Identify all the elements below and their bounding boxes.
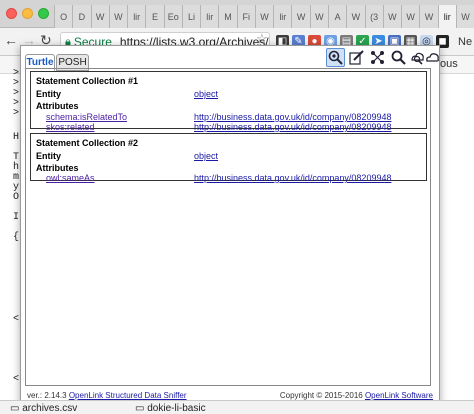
browser-tab[interactable]: W	[291, 5, 310, 28]
graph-icon[interactable]	[368, 48, 387, 67]
download-filename: dokie-li-basic	[147, 403, 206, 414]
browser-tab[interactable]: Li	[181, 5, 201, 28]
download-item[interactable]: ▭ archives.csv	[10, 403, 77, 414]
entity-link[interactable]: object	[194, 89, 218, 99]
browser-tab[interactable]: O	[54, 5, 73, 28]
browser-tab[interactable]: E	[145, 5, 164, 28]
attributes-label: Attributes	[36, 101, 79, 111]
attributes-label: Attributes	[36, 163, 79, 173]
page-text: I	[13, 212, 20, 223]
collection-title: Statement Collection #1	[36, 76, 139, 86]
sniffer-popup: Turtle POSH Statement Collection #1 Enti…	[20, 45, 440, 405]
search-icon[interactable]	[389, 48, 408, 67]
browser-tab[interactable]: Eo	[163, 5, 182, 28]
value-link[interactable]: http://business.data.gov.uk/id/company/0…	[194, 122, 391, 132]
statement-collection: Statement Collection #1 Entity object At…	[30, 71, 427, 132]
tab-strip: O D W W lir E Eo Li lir M Fi W lir W W A…	[0, 0, 474, 28]
product-link[interactable]: OpenLink Structured Data Sniffer	[69, 391, 187, 400]
predicate-link[interactable]: skos:related	[46, 122, 95, 132]
page-text: >	[13, 108, 20, 119]
browser-tab[interactable]: W	[419, 5, 438, 28]
browser-tab[interactable]: (3	[364, 5, 383, 28]
copyright-text: Copyright © 2015-2016	[279, 391, 363, 400]
statement-collection: Statement Collection #2 Entity object At…	[30, 133, 427, 183]
file-icon: ▭	[10, 403, 20, 414]
tabs: O D W W lir E Eo Li lir M Fi W lir W W A…	[54, 5, 474, 28]
results-panel[interactable]: Statement Collection #1 Entity object At…	[25, 68, 431, 386]
browser-tab[interactable]: M	[218, 5, 237, 28]
browser-tab[interactable]: A	[327, 5, 347, 28]
extension-label: Ne	[458, 36, 473, 48]
downloads-bar: ▭ archives.csv ▭ dokie-li-basic	[0, 400, 474, 414]
cloud-icon[interactable]	[423, 48, 442, 67]
browser-tab[interactable]: W	[401, 5, 420, 28]
entity-link[interactable]: object	[194, 151, 218, 161]
page-text: {	[13, 232, 20, 243]
browser-tab[interactable]: Fi	[236, 5, 255, 28]
browser-tab[interactable]: W	[455, 5, 474, 28]
browser-tab[interactable]: W	[108, 5, 128, 28]
browser-tab-active[interactable]: lir	[437, 5, 456, 28]
download-filename: archives.csv	[22, 403, 78, 414]
page-text: O	[13, 192, 20, 203]
page-text: <	[13, 374, 20, 385]
page-text: <	[13, 314, 20, 325]
footer-copyright: Copyright © 2015-2016 OpenLink Software	[280, 391, 433, 400]
browser-tab[interactable]: W	[346, 5, 365, 28]
value-link[interactable]: http://business.data.gov.uk/id/company/0…	[194, 173, 391, 183]
predicate-link[interactable]: owl:sameAs	[46, 173, 95, 183]
zoom-window-button[interactable]	[38, 8, 49, 19]
value-link[interactable]: http://business.data.gov.uk/id/company/0…	[194, 112, 391, 122]
browser-tab[interactable]: lir	[273, 5, 292, 28]
browser-tab[interactable]: W	[382, 5, 402, 28]
browser-tab[interactable]: lir	[200, 5, 219, 28]
bookmark-item[interactable]: ous	[440, 58, 458, 70]
browser-tab[interactable]: lir	[127, 5, 146, 28]
file-icon: ▭	[135, 403, 145, 414]
download-item[interactable]: ▭ dokie-li-basic	[135, 403, 206, 414]
entity-label: Entity	[36, 151, 62, 161]
company-link[interactable]: OpenLink Software	[365, 391, 433, 400]
minimize-window-button[interactable]	[22, 8, 33, 19]
browser-tab[interactable]: W	[254, 5, 274, 28]
browser-tab[interactable]: D	[72, 5, 91, 28]
entity-label: Entity	[36, 89, 62, 99]
back-arrow-icon[interactable]: ←	[4, 32, 18, 48]
browser-tab[interactable]: W	[309, 5, 328, 28]
footer-version: ver.: 2.14.3 OpenLink Structured Data Sn…	[27, 391, 187, 400]
page-text: H	[13, 132, 20, 143]
predicate-link[interactable]: schema:isRelatedTo	[46, 112, 127, 122]
browser-tab[interactable]: W	[90, 5, 109, 28]
close-window-button[interactable]	[6, 8, 17, 19]
edit-icon[interactable]	[347, 48, 366, 67]
version-text: ver.: 2.14.3	[27, 391, 67, 400]
collection-title: Statement Collection #2	[36, 138, 139, 148]
sniffer-icon[interactable]	[326, 48, 345, 67]
